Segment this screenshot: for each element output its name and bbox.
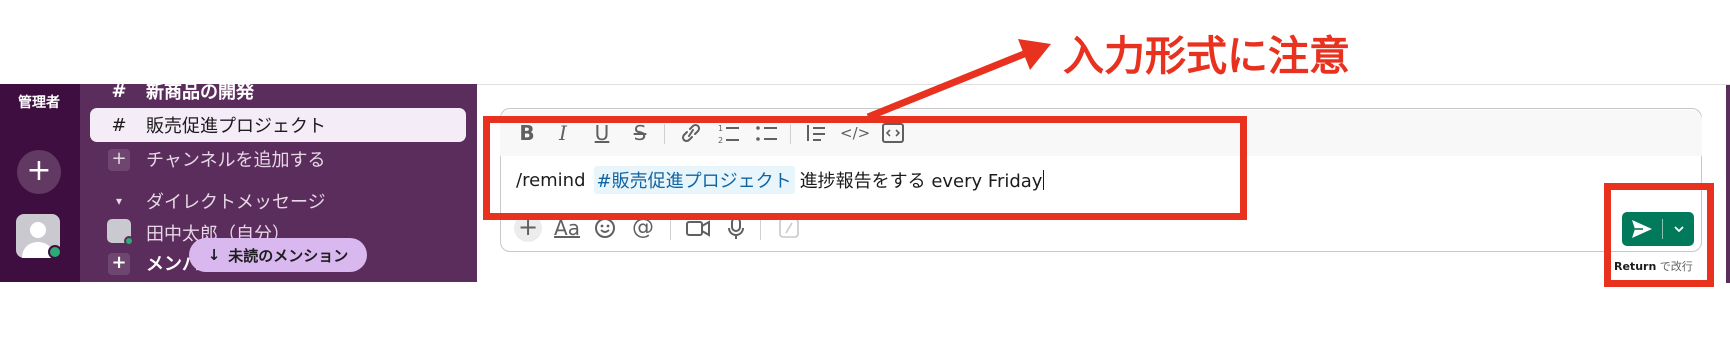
screenshot-stage: 管理者 + # 新商品の開発 # 販売促進プロジェクト + チャンネルを追加する… xyxy=(0,0,1730,338)
annotation-callout: 入力形式に注意 xyxy=(1063,32,1350,80)
annotation-arrow xyxy=(866,39,1051,121)
